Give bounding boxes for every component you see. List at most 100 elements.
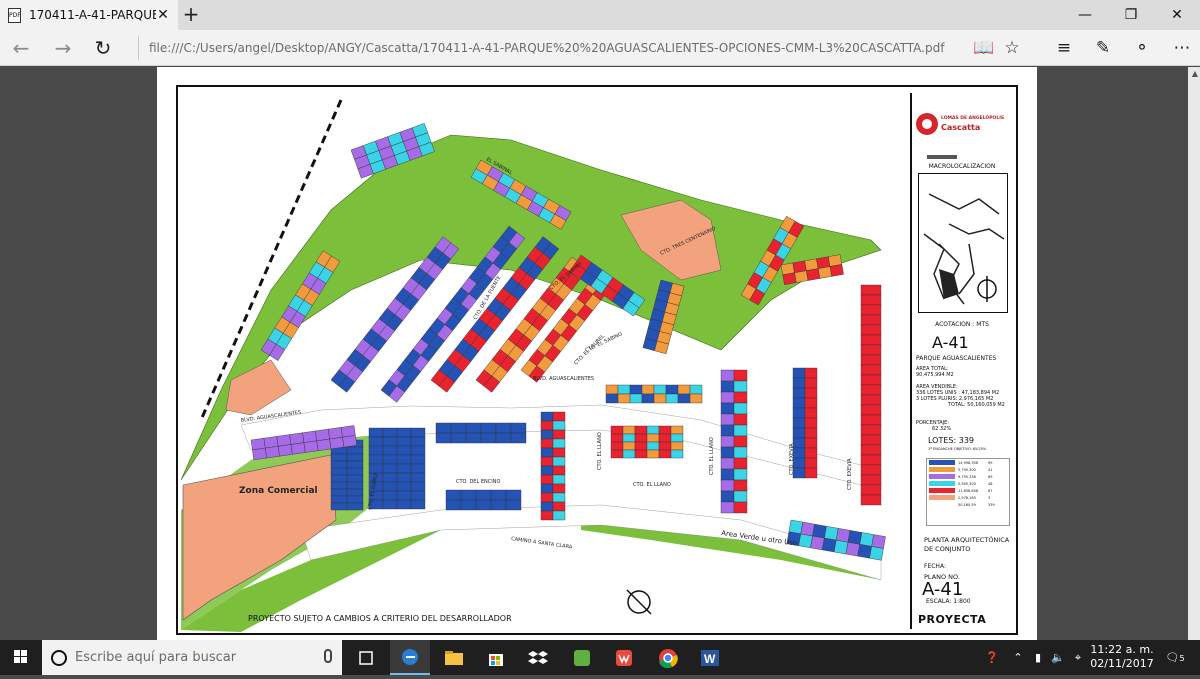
lot [328,427,343,440]
lot [382,454,398,465]
more-icon[interactable]: ⋯ [1167,34,1197,62]
forward-button[interactable]: → [48,34,78,62]
lot [435,422,452,434]
wps-icon[interactable] [604,640,644,675]
share-icon[interactable]: ⚬ [1127,34,1157,62]
project-name: PARQUE AGUASCALIENTES [916,355,997,362]
mic-icon[interactable] [324,649,332,663]
edge-icon[interactable] [390,640,430,675]
lot [329,437,345,450]
lot [382,499,398,510]
file-explorer-icon[interactable] [434,640,474,675]
minimize-button[interactable]: — [1062,0,1108,30]
street-label: CAMINO A SANTA CLARA [511,536,573,551]
lot [552,411,566,422]
url-field[interactable]: file:///C:/Users/angel/Desktop/ANGY/Casc… [138,36,968,60]
task-view-icon[interactable] [346,640,386,675]
lot [646,425,660,435]
volume-icon[interactable]: 🔈 [1050,640,1066,675]
lot [540,474,554,485]
network-icon[interactable]: ⌖ [1070,640,1086,675]
lot [368,454,384,465]
tab-close-icon[interactable]: ✕ [156,7,170,23]
lot [804,367,818,379]
scroll-up-icon[interactable]: ▲ [1192,69,1198,78]
escala: ESCALA: 1:800 [926,598,971,605]
lot [860,304,882,316]
legend-count: 87 [988,488,993,493]
lot [552,447,566,458]
back-button[interactable]: ← [6,34,36,62]
lot [860,424,882,436]
lot [346,460,364,469]
pdf-icon: PDF [8,7,21,23]
lot [382,481,398,492]
battery-icon[interactable]: ▮ [1030,640,1046,675]
start-button[interactable] [0,640,42,675]
lot [720,490,735,503]
chrome-icon[interactable] [648,640,688,675]
web-note-icon[interactable]: ✎ [1088,34,1118,62]
clock[interactable]: 11:22 a. m. 02/11/2017 [1087,643,1157,671]
legend-swatch [929,467,955,472]
lot [733,424,748,437]
tray-chevron-icon[interactable]: ⌃ [1010,640,1026,675]
maximize-button[interactable]: ❐ [1108,0,1154,30]
favorite-star-icon[interactable]: ☆ [997,34,1027,62]
zona-comercial-label: Zona Comercial [239,486,318,496]
lot [396,490,412,501]
legend-swatch [929,488,955,493]
word-icon[interactable]: W [690,640,730,675]
taskbar-search[interactable]: Escribe aquí para buscar [42,640,342,675]
lot [303,440,319,453]
evernote-icon[interactable] [562,640,602,675]
close-window-button[interactable]: ✕ [1154,0,1200,30]
lot [540,447,554,458]
lot [330,488,348,497]
notifications-count: 5 [1179,654,1185,663]
lot [800,521,815,537]
lot [665,384,679,395]
hub-icon[interactable]: ≡ [1049,34,1079,62]
lot [806,268,821,281]
lot [720,380,735,393]
lot [788,519,804,535]
lot [810,535,825,551]
lot [346,446,364,455]
lot [860,414,882,426]
lot [689,393,703,404]
lot [540,420,554,431]
lot [396,454,412,465]
dropbox-icon[interactable] [518,640,558,675]
lot [330,467,348,476]
lot [552,483,566,494]
notifications-icon[interactable]: 🗨5 [1162,640,1188,675]
lot [330,453,348,462]
store-icon[interactable] [476,640,516,675]
new-tab-button[interactable]: + [180,3,202,27]
reading-view-icon[interactable]: 📖 [969,34,999,62]
lot [720,468,735,481]
refresh-button[interactable]: ↻ [88,34,118,62]
lot [860,444,882,456]
lot [860,334,882,346]
lot [490,499,507,511]
title-block: LOMAS DE ANGELÓPOLIS Cascatta MACROLOCAL… [910,93,1010,629]
legend-area: 11,656,608 [958,488,979,493]
lot [610,433,624,443]
lot [552,456,566,467]
legend-count: 48 [988,481,993,486]
lot [435,432,452,444]
help-icon[interactable]: ❓ [982,640,1002,675]
scrollbar[interactable]: ▲ [1188,67,1200,640]
lot [465,432,482,444]
lot [689,384,703,395]
lot [670,449,684,459]
tab-pdf[interactable]: PDF 170411-A-41-PARQUE A ✕ [0,0,178,30]
lot [641,393,655,404]
lot [552,438,566,449]
lot [450,432,467,444]
lot [860,364,882,376]
lot [860,434,882,446]
lot [622,441,636,451]
